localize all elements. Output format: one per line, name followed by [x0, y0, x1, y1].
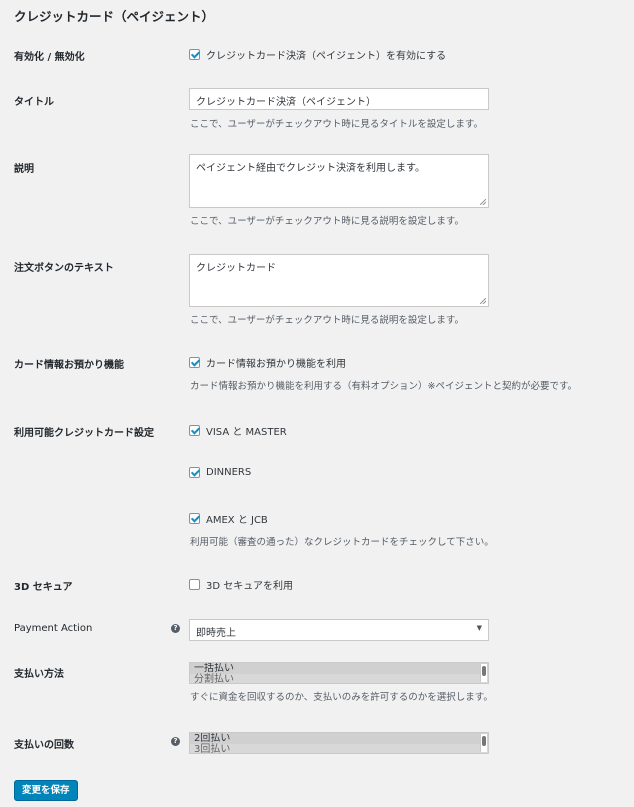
description-help: ここで、ユーザーがチェックアウト時に見る説明を設定します。	[190, 216, 464, 227]
visa-master-label: VISA と MASTER	[206, 427, 287, 438]
amex-jcb-label: AMEX と JCB	[206, 515, 268, 526]
enable-checkbox-label: クレジットカード決済（ペイジェント）を有効にする	[206, 51, 447, 62]
payment-action-label: Payment Action	[14, 623, 93, 634]
payment-action-selected: 即時売上	[196, 628, 236, 639]
order-button-description: ここで、ユーザーがチェックアウト時に見る説明を設定します。	[190, 315, 464, 326]
title-input[interactable]: クレジットカード決済（ペイジェント）	[189, 88, 489, 110]
save-button[interactable]: 変更を保存	[14, 780, 78, 801]
secure3d-checkbox-row[interactable]: 3D セキュアを利用	[189, 577, 293, 592]
order-button-textarea[interactable]: クレジットカード	[189, 254, 489, 307]
card-type-visa-master-row[interactable]: VISA と MASTER	[189, 423, 287, 438]
help-icon[interactable]: ?	[171, 737, 180, 746]
order-button-textarea-text: クレジットカード	[196, 263, 276, 274]
card-storage-label: カード情報お預かり機能	[14, 360, 124, 371]
payment-action-select[interactable]: 即時売上 ▼	[189, 619, 489, 641]
description-textarea-text: ペイジェント経由でクレジット決済を利用します。	[196, 163, 425, 174]
payment-method-description: すぐに資金を回収するのか、支払いのみを許可するのかを選択します。	[190, 692, 493, 703]
help-icon[interactable]: ?	[171, 624, 180, 633]
dinners-label: DINNERS	[206, 467, 252, 478]
dinners-checkbox[interactable]	[189, 467, 200, 478]
installments-option[interactable]: 3回払い	[190, 744, 488, 753]
secure3d-checkbox[interactable]	[189, 579, 200, 590]
description-label: 説明	[14, 164, 34, 175]
enable-label: 有効化 / 無効化	[14, 52, 85, 63]
installments-option[interactable]: 2回払い	[190, 733, 488, 744]
installments-multiselect[interactable]: 2回払い 3回払い	[189, 732, 489, 754]
card-storage-checkbox[interactable]	[189, 357, 200, 368]
scrollbar[interactable]	[480, 734, 487, 752]
title-label: タイトル	[14, 97, 54, 108]
visa-master-checkbox[interactable]	[189, 425, 200, 436]
card-types-description: 利用可能（審査の通った）なクレジットカードをチェックして下さい。	[190, 537, 494, 548]
secure3d-checkbox-label: 3D セキュアを利用	[206, 581, 294, 592]
payment-method-multiselect[interactable]: 一括払い 分割払い	[189, 662, 489, 684]
enable-checkbox-row[interactable]: クレジットカード決済（ペイジェント）を有効にする	[189, 47, 446, 62]
card-storage-description: カード情報お預かり機能を利用する（有料オプション）※ペイジェントと契約が必要です…	[190, 381, 578, 392]
amex-jcb-checkbox[interactable]	[189, 513, 200, 524]
card-type-amex-jcb-row[interactable]: AMEX と JCB	[189, 511, 268, 526]
payment-method-option[interactable]: 一括払い	[190, 663, 488, 674]
installments-label: 支払いの回数	[14, 740, 74, 751]
card-storage-checkbox-label: カード情報お預かり機能を利用	[206, 359, 346, 370]
secure3d-label: 3D セキュア	[14, 582, 73, 593]
card-storage-checkbox-row[interactable]: カード情報お預かり機能を利用	[189, 355, 346, 370]
scrollbar[interactable]	[480, 664, 487, 682]
page-title: クレジットカード（ペイジェント）	[14, 9, 215, 24]
card-types-label: 利用可能クレジットカード設定	[14, 428, 154, 439]
enable-checkbox[interactable]	[189, 49, 200, 60]
payment-method-label: 支払い方法	[14, 669, 64, 680]
order-button-label: 注文ボタンのテキスト	[14, 263, 114, 274]
title-description: ここで、ユーザーがチェックアウト時に見るタイトルを設定します。	[190, 119, 483, 130]
payment-method-option[interactable]: 分割払い	[190, 674, 488, 683]
card-type-dinners-row[interactable]: DINNERS	[189, 467, 251, 478]
chevron-down-icon: ▼	[476, 624, 482, 632]
description-textarea[interactable]: ペイジェント経由でクレジット決済を利用します。	[189, 154, 489, 208]
